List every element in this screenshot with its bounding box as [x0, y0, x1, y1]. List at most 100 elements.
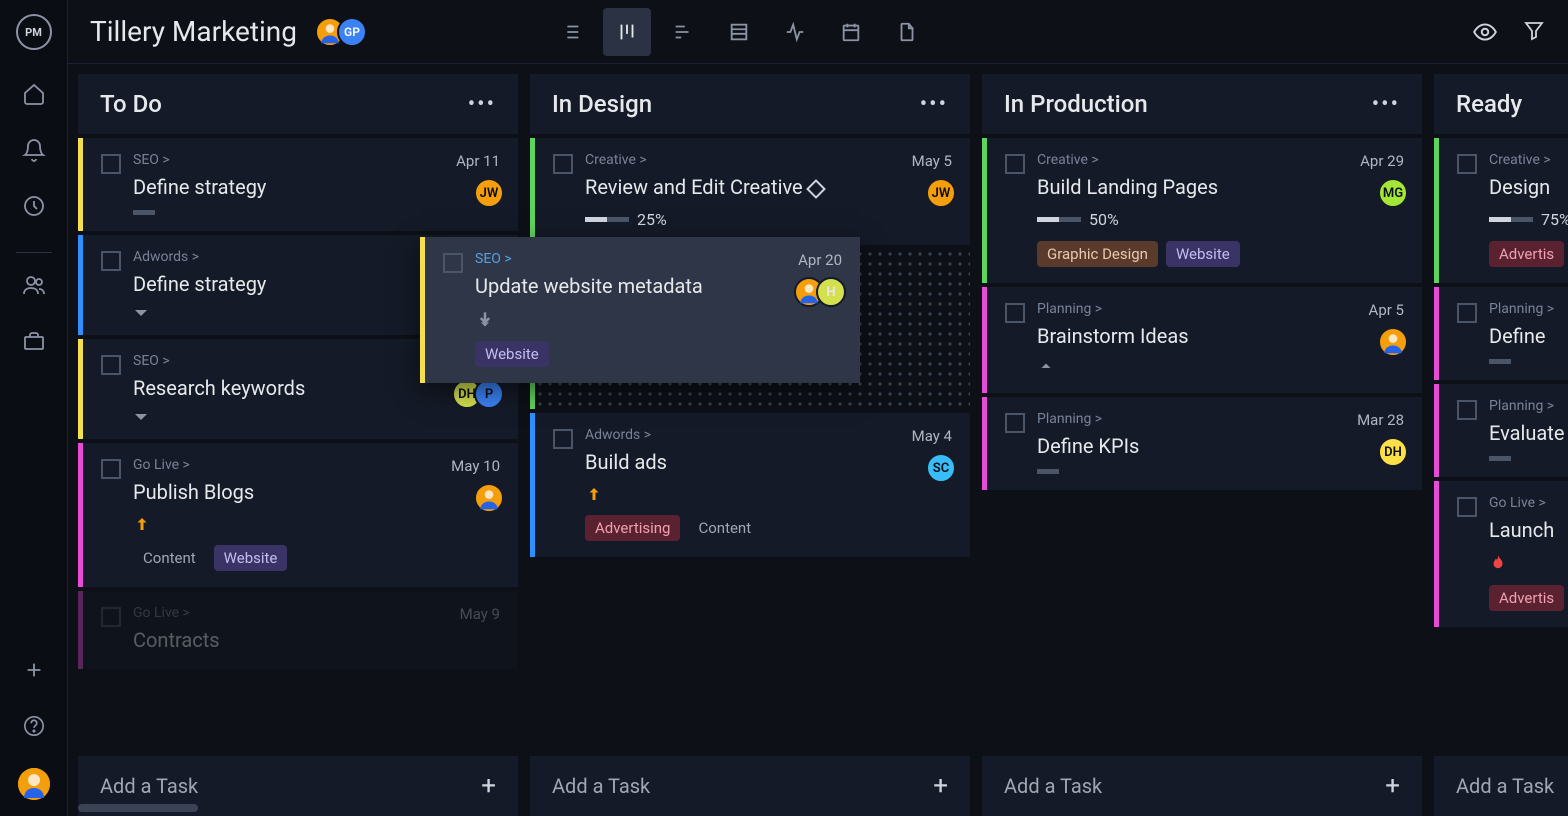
task-category[interactable]: Planning >: [1037, 301, 1404, 317]
sheet-view-icon[interactable]: [715, 8, 763, 56]
task-card[interactable]: Creative > Build Landing Pages 50% Graph…: [982, 138, 1422, 283]
add-task-button[interactable]: Add a Task +: [982, 756, 1422, 816]
horizontal-scrollbar-thumb[interactable]: [78, 804, 198, 812]
task-card[interactable]: Creative > Review and Edit Creative 25% …: [530, 138, 970, 245]
file-view-icon[interactable]: [883, 8, 931, 56]
briefcase-icon[interactable]: [20, 327, 48, 355]
task-category[interactable]: Planning >: [1037, 411, 1404, 427]
task-title: Evaluate and N: [1489, 420, 1568, 446]
list-view-icon[interactable]: [547, 8, 595, 56]
bell-icon[interactable]: [20, 136, 48, 164]
board-column: To Do ••• SEO > Define strategy Apr 11 JW…: [78, 74, 518, 816]
task-category[interactable]: Go Live >: [1489, 495, 1568, 511]
task-category[interactable]: Planning >: [1489, 398, 1568, 414]
task-category[interactable]: Creative >: [1489, 152, 1568, 168]
column-header: In Production •••: [982, 74, 1422, 134]
app-logo[interactable]: PM: [16, 14, 52, 50]
project-title: Tillery Marketing: [90, 15, 297, 48]
column-more-icon[interactable]: •••: [920, 92, 948, 117]
add-icon[interactable]: [20, 656, 48, 684]
clock-icon[interactable]: [20, 192, 48, 220]
task-card[interactable]: Go Live > Contracts May 9: [78, 591, 518, 669]
gantt-view-icon[interactable]: [659, 8, 707, 56]
board-view-icon[interactable]: [603, 8, 651, 56]
task-checkbox[interactable]: [1005, 154, 1025, 174]
add-task-label: Add a Task: [1456, 774, 1554, 798]
task-checkbox[interactable]: [101, 154, 121, 174]
task-checkbox[interactable]: [1457, 497, 1477, 517]
assignee-avatar[interactable]: H: [816, 277, 846, 307]
column-more-icon[interactable]: •••: [468, 92, 496, 117]
task-date: May 10: [451, 457, 500, 475]
assignee-avatar[interactable]: SC: [926, 453, 956, 483]
add-task-button[interactable]: Add a Task +: [1434, 756, 1568, 816]
column-title: In Design: [552, 90, 652, 118]
task-card[interactable]: Planning > Define KPIs Mar 28DH: [982, 397, 1422, 490]
filter-icon[interactable]: [1522, 19, 1546, 45]
home-icon[interactable]: [20, 80, 48, 108]
task-card[interactable]: Go Live > Launch Advertis: [1434, 481, 1568, 627]
task-category[interactable]: SEO >: [133, 152, 500, 168]
task-card[interactable]: Go Live > Publish Blogs ContentWebsite M…: [78, 443, 518, 587]
task-checkbox[interactable]: [101, 355, 121, 375]
task-card[interactable]: Creative > Design 75% Advertis: [1434, 138, 1568, 283]
task-checkbox[interactable]: [553, 154, 573, 174]
task-card[interactable]: Planning > Evaluate and N: [1434, 384, 1568, 477]
activity-view-icon[interactable]: [771, 8, 819, 56]
task-card[interactable]: Planning > Define: [1434, 287, 1568, 380]
column-title: Ready: [1456, 90, 1522, 118]
chevron-down-icon[interactable]: [133, 307, 149, 319]
task-category[interactable]: Go Live >: [133, 457, 500, 473]
task-category[interactable]: Planning >: [1489, 301, 1568, 317]
assignee-avatar[interactable]: MG: [1378, 178, 1408, 208]
task-date: Mar 28: [1357, 411, 1404, 429]
task-checkbox[interactable]: [101, 459, 121, 479]
task-date: Apr 11: [456, 152, 500, 170]
task-checkbox[interactable]: [443, 253, 463, 273]
task-title: Contracts: [133, 627, 500, 653]
task-title: Define strategy: [133, 174, 500, 200]
milestone-icon: [806, 179, 826, 199]
chevron-down-icon[interactable]: [133, 411, 149, 423]
add-task-label: Add a Task: [552, 774, 650, 798]
tag: Content: [688, 515, 761, 541]
task-category[interactable]: Go Live >: [133, 605, 500, 621]
project-members[interactable]: GP: [315, 17, 367, 47]
visibility-icon[interactable]: [1472, 19, 1498, 45]
column-header: To Do •••: [78, 74, 518, 134]
task-checkbox[interactable]: [1005, 413, 1025, 433]
task-category[interactable]: Creative >: [1037, 152, 1404, 168]
assignee-avatar[interactable]: DH: [1378, 437, 1408, 467]
column-more-icon[interactable]: •••: [1372, 92, 1400, 117]
view-tabs: [547, 8, 931, 56]
add-task-label: Add a Task: [1004, 774, 1102, 798]
task-checkbox[interactable]: [1457, 154, 1477, 174]
assignee-avatar[interactable]: [474, 483, 504, 513]
user-avatar[interactable]: [18, 768, 50, 800]
help-icon[interactable]: [20, 712, 48, 740]
task-title: Update website metadata: [475, 273, 842, 299]
task-card[interactable]: Planning > Brainstorm Ideas Apr 5: [982, 287, 1422, 393]
assignee-avatar[interactable]: JW: [926, 178, 956, 208]
priority-fire-icon: [1489, 553, 1507, 573]
task-checkbox[interactable]: [101, 607, 121, 627]
task-checkbox[interactable]: [101, 251, 121, 271]
task-checkbox[interactable]: [1457, 400, 1477, 420]
task-card[interactable]: SEO > Define strategy Apr 11 JW: [78, 138, 518, 231]
add-task-button[interactable]: Add a Task +: [530, 756, 970, 816]
assignee-avatar[interactable]: [1378, 327, 1408, 357]
task-checkbox[interactable]: [1005, 303, 1025, 323]
member-avatar[interactable]: GP: [337, 17, 367, 47]
assignee-avatar[interactable]: JW: [474, 178, 504, 208]
dragging-card[interactable]: SEO > Update website metadata Website Ap…: [420, 237, 860, 383]
assignee-avatar[interactable]: P: [474, 379, 504, 409]
task-category[interactable]: Adwords >: [585, 427, 952, 443]
task-card[interactable]: Adwords > Build ads AdvertisingContent M…: [530, 413, 970, 557]
calendar-view-icon[interactable]: [827, 8, 875, 56]
tag: Advertising: [585, 515, 680, 541]
task-checkbox[interactable]: [1457, 303, 1477, 323]
task-category[interactable]: Creative >: [585, 152, 952, 168]
task-date: Apr 20: [798, 251, 842, 269]
people-icon[interactable]: [20, 271, 48, 299]
task-checkbox[interactable]: [553, 429, 573, 449]
